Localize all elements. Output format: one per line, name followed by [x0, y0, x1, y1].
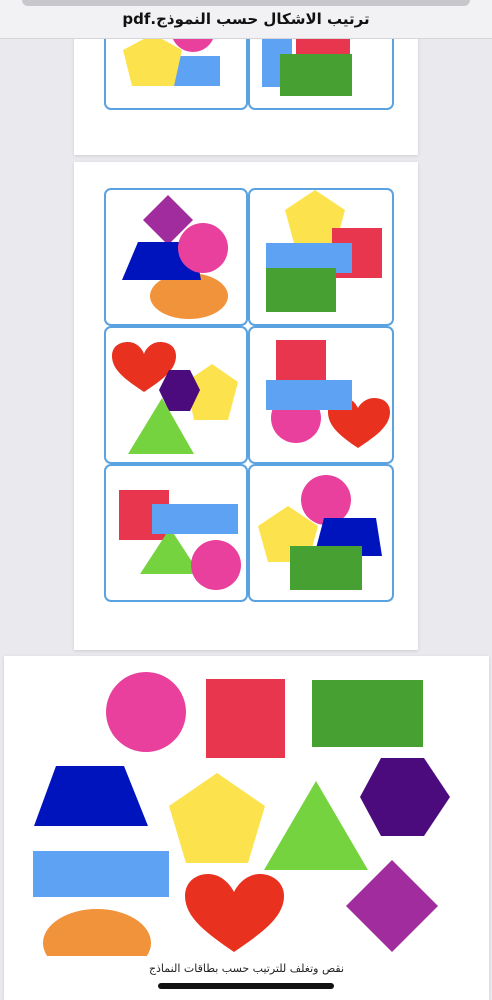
pink-circle-shape — [106, 672, 186, 752]
pink-circle-shape — [178, 223, 228, 273]
green-rectangle-shape — [312, 680, 423, 747]
green-rectangle-shape — [280, 54, 352, 96]
red-heart-shape — [185, 874, 284, 952]
model-card — [104, 326, 248, 464]
lightgreen-triangle-shape — [264, 781, 368, 870]
yellow-pentagon-shape — [169, 773, 265, 863]
document-title: ترتيب الاشكال حسب النموذج.pdf — [122, 10, 370, 28]
pdf-page-2[interactable] — [74, 162, 418, 650]
cutout-shapes-canvas — [33, 672, 450, 977]
orange-ellipse-shape — [43, 909, 151, 977]
title-bar: ترتيب الاشكال حسب النموذج.pdf — [0, 0, 492, 39]
lightblue-rectangle-shape — [33, 851, 169, 897]
darkpurple-hexagon-shape — [360, 758, 450, 836]
model-card — [248, 326, 394, 464]
pdf-page-3[interactable]: نقص وتغلف للترتيب حسب بطاقات النماذج — [4, 656, 489, 1000]
pink-circle-shape — [301, 475, 351, 525]
green-rectangle-shape — [266, 268, 336, 312]
lightblue-rectangle-shape — [266, 380, 352, 410]
pink-circle-shape — [191, 540, 241, 590]
status-strip — [22, 0, 470, 6]
model-card — [248, 188, 394, 326]
home-indicator[interactable] — [158, 983, 334, 989]
yellow-pentagon-shape — [123, 34, 182, 86]
model-card — [248, 464, 394, 602]
lightblue-rectangle-shape — [152, 504, 238, 534]
green-rectangle-shape — [290, 546, 362, 590]
blue-trapezoid-shape — [34, 766, 148, 826]
instruction-caption: نقص وتغلف للترتيب حسب بطاقات النماذج — [148, 962, 345, 975]
model-card — [104, 464, 248, 602]
model-card — [104, 188, 248, 326]
red-square-shape — [206, 679, 285, 758]
purple-diamond-shape — [346, 860, 438, 952]
